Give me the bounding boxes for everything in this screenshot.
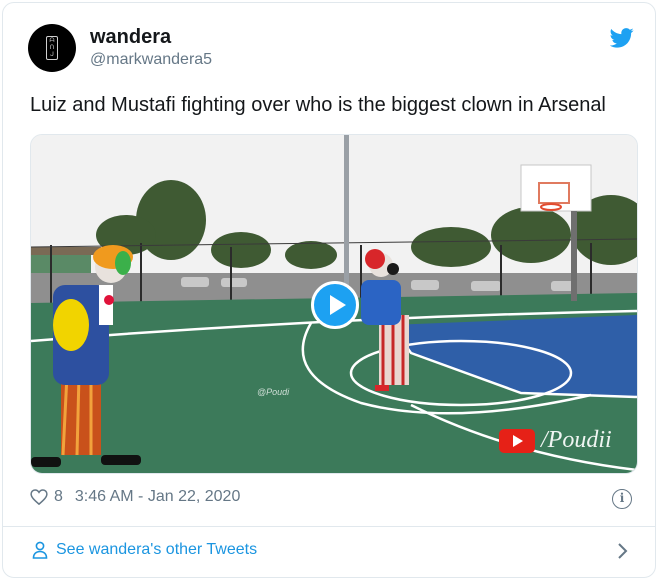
like-count[interactable]: 8 (54, 488, 63, 506)
watermark-brand-text: /Poudii (541, 427, 612, 453)
avatar[interactable]: ᗩᑎᒍ (28, 24, 76, 72)
tweet-text: Luiz and Mustafi fighting over who is th… (30, 94, 606, 116)
watermark-brand: /Poudii (499, 427, 612, 454)
divider (3, 526, 655, 527)
info-icon[interactable]: i (612, 489, 632, 509)
see-other-tweets-label: See wandera's other Tweets (56, 541, 258, 558)
chevron-right-icon[interactable] (616, 542, 628, 560)
tweet-meta: 8 3:46 AM - Jan 22, 2020 (30, 488, 240, 506)
video-player[interactable]: @Poudi /Poudii (30, 134, 638, 474)
see-other-tweets-link[interactable]: See wandera's other Tweets (32, 541, 257, 559)
author-handle[interactable]: @markwandera5 (90, 51, 212, 69)
youtube-logo-icon (499, 428, 535, 453)
avatar-logo-mark: ᗩᑎᒍ (46, 36, 58, 60)
play-button[interactable] (311, 281, 359, 329)
twitter-bird-icon[interactable] (610, 28, 634, 48)
author-name[interactable]: wandera (90, 26, 171, 49)
heart-icon[interactable] (30, 489, 48, 505)
play-icon (329, 295, 346, 315)
tweet-timestamp[interactable]: 3:46 AM - Jan 22, 2020 (75, 488, 240, 506)
person-icon (32, 541, 48, 559)
watermark-small: @Poudi (257, 387, 290, 397)
